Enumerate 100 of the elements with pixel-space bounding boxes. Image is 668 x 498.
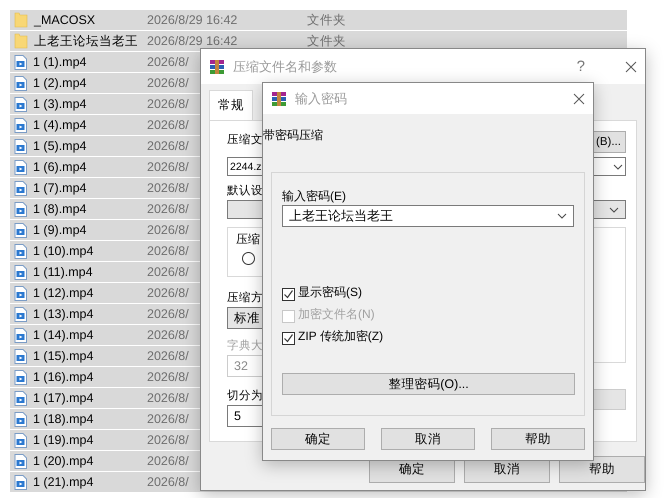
video-file-icon: [14, 264, 27, 280]
file-name: 1 (8).mp4: [33, 202, 86, 216]
file-date: 2026/8/29 16:42: [147, 13, 238, 27]
field-label: 切分为: [227, 388, 263, 404]
file-name: 1 (16).mp4: [33, 370, 94, 384]
video-file-icon: [14, 138, 27, 154]
file-name: 1 (13).mp4: [33, 307, 94, 321]
chevron-down-icon: [609, 206, 619, 212]
file-date: 2026/8/: [147, 244, 189, 258]
file-name: 1 (15).mp4: [33, 349, 94, 363]
file-date: 2026/8/: [147, 433, 189, 447]
help-glyph[interactable]: ?: [576, 58, 585, 75]
file-date: 2026/8/: [147, 97, 189, 111]
video-file-icon: [14, 306, 27, 322]
field-label: 输入密码(E): [282, 188, 346, 205]
video-file-icon: [14, 390, 27, 406]
video-file-icon: [14, 118, 27, 132]
dialog-heading: 带密码压缩: [263, 127, 323, 144]
file-date: 2026/8/: [147, 370, 189, 384]
checkbox[interactable]: [282, 288, 295, 300]
file-name: 1 (19).mp4: [33, 433, 94, 447]
file-name: 1 (18).mp4: [33, 412, 94, 426]
file-date: 2026/8/: [147, 202, 189, 216]
file-date: 2026/8/: [147, 286, 189, 300]
file-row[interactable]: _MACOSX 2026/8/29 16:42 文件夹: [10, 10, 627, 31]
field-label: 字典大: [227, 338, 263, 354]
file-name: 1 (6).mp4: [33, 160, 86, 174]
checkbox[interactable]: [282, 332, 295, 344]
folder-icon: [14, 12, 28, 28]
checkbox-label: 显示密码(S): [298, 284, 362, 301]
video-file-icon: [14, 328, 27, 342]
file-date: 2026/8/: [147, 328, 189, 342]
dialog-button[interactable]: 确定: [271, 428, 365, 450]
group-label: 压缩: [236, 231, 260, 248]
close-icon[interactable]: [625, 60, 637, 72]
file-type: 文件夹: [307, 12, 346, 28]
file-name: 1 (10).mp4: [33, 244, 94, 258]
file-name: 上老王论坛当老王: [34, 32, 138, 50]
file-type: 文件夹: [307, 32, 346, 50]
video-file-icon: [14, 96, 27, 112]
file-date: 2026/8/: [147, 139, 189, 153]
file-date: 2026/8/: [147, 223, 189, 237]
dialog-button[interactable]: 取消: [381, 428, 475, 450]
file-date: 2026/8/: [147, 454, 189, 468]
organize-passwords-button[interactable]: 整理密码(O)...: [282, 373, 575, 395]
file-name: 1 (21).mp4: [33, 475, 94, 489]
file-date: 2026/8/: [147, 55, 189, 69]
field-label: 默认设: [227, 184, 263, 199]
file-name: 1 (7).mp4: [33, 181, 86, 195]
file-name: 1 (17).mp4: [33, 391, 94, 405]
video-file-icon: [14, 76, 27, 90]
file-date: 2026/8/: [147, 181, 189, 195]
file-name: 1 (11).mp4: [33, 265, 93, 279]
file-date: 2026/8/: [147, 412, 189, 426]
file-name: 1 (20).mp4: [33, 454, 94, 468]
file-name: 1 (12).mp4: [33, 286, 94, 300]
app-logo-icon: [209, 58, 225, 74]
video-file-icon: [14, 202, 27, 216]
video-file-icon: [14, 286, 27, 300]
file-name: 1 (5).mp4: [33, 139, 86, 153]
browse-button[interactable]: (B)...: [591, 131, 626, 153]
video-file-icon: [14, 180, 27, 196]
field-label: 压缩方: [227, 290, 263, 306]
video-file-icon: [14, 432, 27, 448]
video-file-icon: [14, 474, 27, 490]
video-file-icon: [14, 412, 27, 426]
checkbox-label: 加密文件名(N): [298, 306, 375, 323]
file-name: 1 (9).mp4: [33, 223, 86, 237]
file-date: 2026/8/: [147, 160, 189, 174]
file-name: 1 (1).mp4: [33, 55, 86, 69]
field-label: 压缩文: [227, 132, 263, 148]
password-combobox[interactable]: 上老王论坛当老王: [282, 205, 574, 227]
chevron-down-icon: [557, 213, 567, 219]
video-file-icon: [14, 454, 27, 468]
file-date: 2026/8/: [147, 307, 189, 321]
file-name: 1 (14).mp4: [33, 328, 94, 342]
file-date: 2026/8/29 16:42: [147, 34, 238, 48]
video-file-icon: [14, 54, 27, 70]
video-file-icon: [14, 160, 27, 174]
file-date: 2026/8/: [147, 118, 189, 132]
folder-icon: [14, 33, 28, 49]
checkbox-label: ZIP 传统加密(Z): [298, 328, 384, 345]
file-date: 2026/8/: [147, 265, 189, 279]
video-file-icon: [14, 222, 27, 238]
file-name: 1 (3).mp4: [33, 97, 86, 111]
file-name: 1 (2).mp4: [33, 76, 86, 90]
radio-button[interactable]: [242, 252, 255, 264]
video-file-icon: [14, 244, 27, 258]
dialog-button[interactable]: 帮助: [559, 456, 645, 483]
file-date: 2026/8/: [147, 349, 189, 363]
file-name: _MACOSX: [34, 13, 96, 27]
tab[interactable]: 常规: [209, 90, 253, 120]
chevron-down-icon: [613, 164, 623, 170]
close-icon[interactable]: [573, 92, 585, 104]
dialog-button[interactable]: 帮助: [491, 428, 585, 450]
file-name: 1 (4).mp4: [33, 118, 86, 132]
video-file-icon: [14, 348, 27, 364]
file-date: 2026/8/: [147, 76, 189, 90]
file-date: 2026/8/: [147, 391, 189, 405]
window-title: 压缩文件名和参数: [233, 58, 338, 76]
